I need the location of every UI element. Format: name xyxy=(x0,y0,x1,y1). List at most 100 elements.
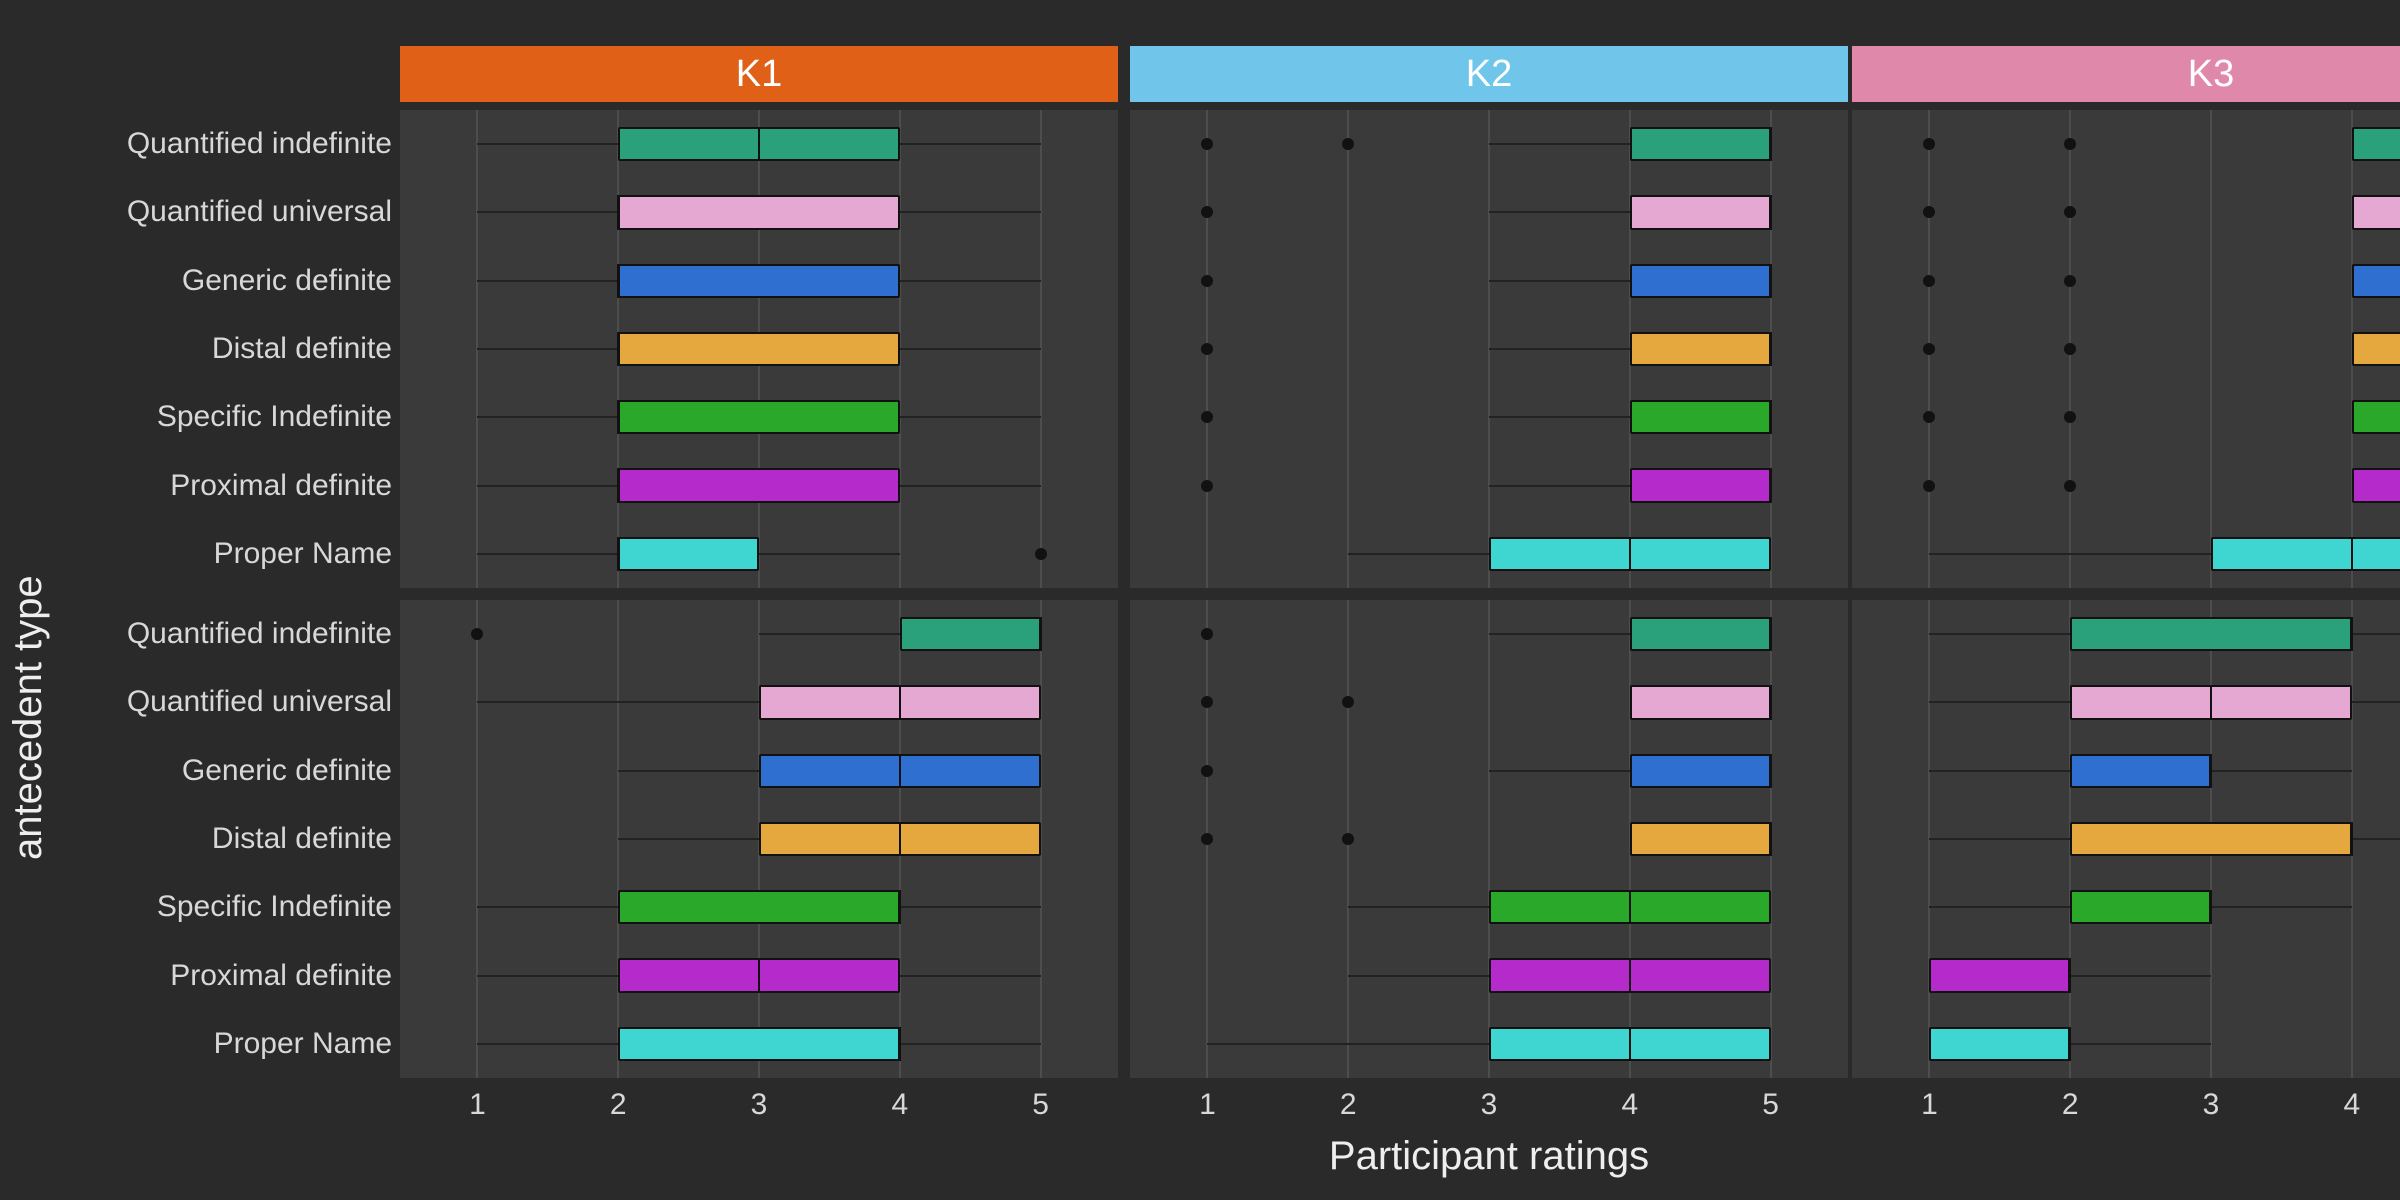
box xyxy=(618,890,900,924)
box-median xyxy=(2210,890,2212,924)
box-median xyxy=(1770,264,1772,298)
box-median xyxy=(899,822,901,856)
box-outlier xyxy=(1201,628,1213,640)
box-median xyxy=(758,958,760,992)
box-median xyxy=(1770,685,1772,719)
box-median xyxy=(1770,822,1772,856)
box-median xyxy=(2351,822,2353,856)
x-tick-label: 3 xyxy=(2203,1088,2220,1122)
box-outlier xyxy=(1201,138,1213,150)
box-median xyxy=(617,400,619,434)
x-tick-label: 1 xyxy=(469,1088,486,1122)
y-axis-title: antecedent type xyxy=(6,340,51,860)
box xyxy=(1630,468,1771,502)
box-outlier xyxy=(1201,343,1213,355)
facet-panel xyxy=(1852,110,2400,588)
box-median xyxy=(899,685,901,719)
box-median xyxy=(1770,195,1772,229)
x-tick-label: 4 xyxy=(2343,1088,2360,1122)
facet-chart: antecedent type K1K2K3 ThemselfThemselve… xyxy=(0,0,2400,1200)
box xyxy=(2352,195,2400,229)
gridline xyxy=(1347,110,1349,588)
box-median xyxy=(758,127,760,161)
x-tick-label: 4 xyxy=(1621,1088,1638,1122)
y-tick-label: Generic definite xyxy=(182,754,392,788)
box-median xyxy=(1770,127,1772,161)
box xyxy=(2070,890,2211,924)
box-outlier xyxy=(1201,765,1213,777)
y-tick-label: Quantified indefinite xyxy=(127,617,392,651)
box xyxy=(2352,400,2400,434)
box-median xyxy=(2351,537,2353,571)
box-outlier xyxy=(2064,411,2076,423)
box xyxy=(1630,332,1771,366)
box-outlier xyxy=(471,628,483,640)
box-median xyxy=(1629,1027,1631,1061)
box-outlier xyxy=(1923,275,1935,287)
box xyxy=(1630,400,1771,434)
y-tick-label: Quantified universal xyxy=(127,685,392,719)
box-median xyxy=(617,332,619,366)
facet-panel xyxy=(400,600,1118,1078)
box xyxy=(618,400,900,434)
box-outlier xyxy=(1342,696,1354,708)
facet-col-strip: K1 xyxy=(400,46,1118,102)
box-median xyxy=(1629,537,1631,571)
box-outlier xyxy=(1035,548,1047,560)
y-tick-label: Quantified universal xyxy=(127,195,392,229)
y-tick-label: Quantified indefinite xyxy=(127,127,392,161)
facet-col-label: K1 xyxy=(736,53,782,96)
box-median xyxy=(617,264,619,298)
box-outlier xyxy=(1923,480,1935,492)
y-tick-label: Proximal definite xyxy=(170,469,392,503)
box xyxy=(618,264,900,298)
box-median xyxy=(1040,617,1042,651)
box xyxy=(618,537,759,571)
box xyxy=(2070,822,2352,856)
x-tick-label: 1 xyxy=(1199,1088,1216,1122)
box xyxy=(2070,617,2352,651)
x-tick-label: 4 xyxy=(891,1088,908,1122)
y-tick-label: Proper Name xyxy=(214,1027,392,1061)
box-median xyxy=(617,468,619,502)
box xyxy=(2070,754,2211,788)
x-tick-label: 2 xyxy=(610,1088,627,1122)
gridline xyxy=(476,600,478,1078)
box-outlier xyxy=(1923,343,1935,355)
gridline xyxy=(1488,600,1490,1078)
y-tick-label: Generic definite xyxy=(182,264,392,298)
facet-panel xyxy=(1130,600,1848,1078)
box xyxy=(1630,264,1771,298)
box xyxy=(1630,754,1771,788)
x-tick-label: 2 xyxy=(1340,1088,1357,1122)
box-outlier xyxy=(1201,696,1213,708)
box xyxy=(1929,1027,2070,1061)
box-median xyxy=(2069,958,2071,992)
box-median xyxy=(899,890,901,924)
box-outlier xyxy=(2064,138,2076,150)
box xyxy=(2352,332,2400,366)
box-outlier xyxy=(2064,343,2076,355)
box-median xyxy=(2210,685,2212,719)
box-outlier xyxy=(2064,480,2076,492)
box xyxy=(2352,127,2400,161)
y-tick-label: Proper Name xyxy=(214,537,392,571)
facet-panel xyxy=(1852,600,2400,1078)
box-median xyxy=(617,537,619,571)
box-median xyxy=(1770,754,1772,788)
box-outlier xyxy=(1201,206,1213,218)
box xyxy=(900,617,1041,651)
box-median xyxy=(1629,958,1631,992)
box xyxy=(618,468,900,502)
box-median xyxy=(1770,400,1772,434)
facet-panel xyxy=(1130,110,1848,588)
y-tick-label: Specific Indefinite xyxy=(157,400,392,434)
box xyxy=(618,1027,900,1061)
box-median xyxy=(2210,754,2212,788)
x-tick-label: 5 xyxy=(1032,1088,1049,1122)
box-outlier xyxy=(1923,138,1935,150)
box xyxy=(618,332,900,366)
box xyxy=(1929,958,2070,992)
x-tick-label: 5 xyxy=(1762,1088,1779,1122)
x-tick-label: 2 xyxy=(2062,1088,2079,1122)
